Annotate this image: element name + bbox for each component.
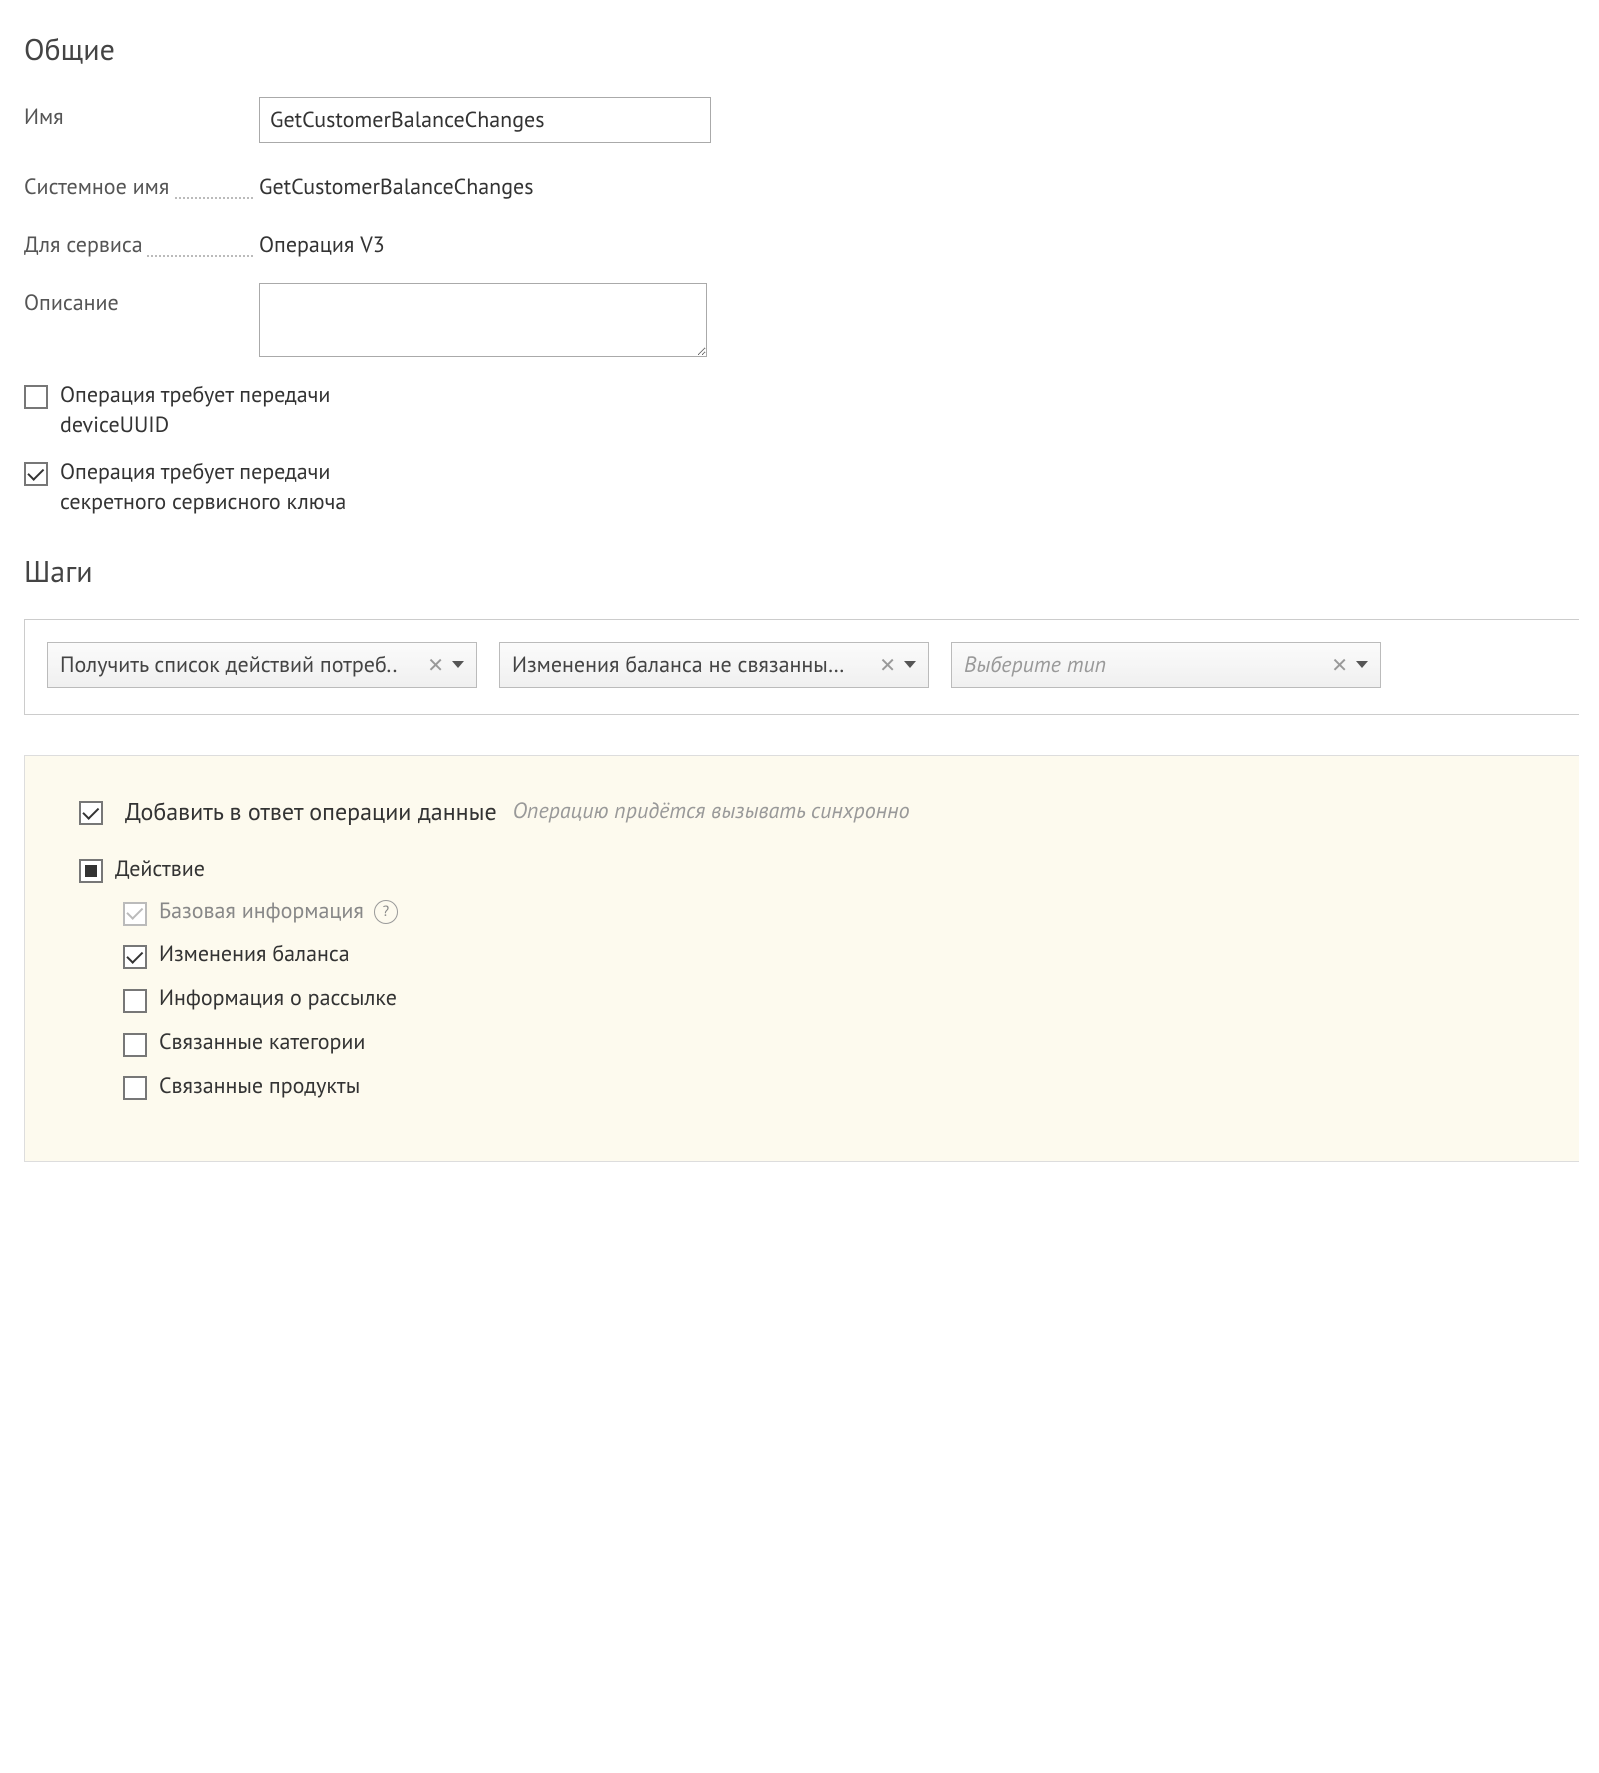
checkbox-tree-item [123, 902, 147, 926]
chevron-down-icon[interactable] [452, 661, 464, 668]
steps-container: Получить список действий потреб.. ✕ Изме… [24, 619, 1579, 715]
label-for-service: Для сервиса [24, 225, 259, 259]
checkbox-add-to-response[interactable] [79, 801, 103, 825]
label-require-device-uuid: Операция требует передачи deviceUUID [60, 381, 420, 440]
checkbox-tree-item[interactable] [123, 1076, 147, 1100]
tree-item: Связанные продукты [123, 1072, 1529, 1102]
tree-item: Связанные категории [123, 1028, 1529, 1058]
label-description: Описание [24, 283, 259, 317]
section-steps-title: Шаги [24, 552, 1579, 591]
tree-root-label: Действие [115, 855, 205, 883]
tree-item-label: Изменения баланса [159, 940, 350, 970]
system-name-value: GetCustomerBalanceChanges [259, 167, 533, 201]
tree-item-label: Информация о рассылке [159, 984, 397, 1014]
name-input[interactable] [259, 97, 711, 143]
checkbox-tree-item[interactable] [123, 1033, 147, 1057]
step-select-2-label: Изменения баланса не связанные .. [512, 651, 852, 679]
close-icon[interactable]: ✕ [427, 652, 444, 678]
help-icon[interactable]: ? [374, 900, 398, 924]
checkbox-tree-item[interactable] [123, 989, 147, 1013]
label-require-secret-key: Операция требует передачи секретного сер… [60, 458, 420, 517]
step-select-1-label: Получить список действий потреб.. [60, 651, 397, 679]
tree-item: Базовая информация? [123, 897, 1529, 927]
close-icon[interactable]: ✕ [1331, 652, 1348, 678]
step-select-placeholder[interactable]: Выберите тип ✕ [951, 642, 1381, 688]
checkbox-tree-item[interactable] [123, 945, 147, 969]
label-add-to-response: Добавить в ответ операции данные [125, 796, 497, 827]
tree-item: Изменения баланса [123, 940, 1529, 970]
checkbox-require-device-uuid[interactable] [24, 385, 48, 409]
response-hint: Операцию придётся вызывать синхронно [513, 797, 910, 825]
tree-item-label: Связанные продукты [159, 1072, 360, 1102]
label-name: Имя [24, 97, 259, 131]
close-icon[interactable]: ✕ [879, 652, 896, 678]
step-select-2[interactable]: Изменения баланса не связанные .. ✕ [499, 642, 929, 688]
tree-item-label: Связанные категории [159, 1028, 365, 1058]
chevron-down-icon[interactable] [1356, 661, 1368, 668]
checkbox-require-secret-key[interactable] [24, 462, 48, 486]
tree-item: Информация о рассылке [123, 984, 1529, 1014]
section-general-title: Общие [24, 30, 1579, 69]
description-textarea[interactable] [259, 283, 707, 357]
step-select-1[interactable]: Получить список действий потреб.. ✕ [47, 642, 477, 688]
label-system-name: Системное имя [24, 167, 259, 201]
checkbox-tree-root[interactable] [79, 859, 103, 883]
response-panel: Добавить в ответ операции данные Операци… [24, 755, 1579, 1162]
chevron-down-icon[interactable] [904, 661, 916, 668]
step-select-placeholder-label: Выберите тип [964, 651, 1106, 679]
tree-item-label: Базовая информация [159, 897, 364, 927]
for-service-value: Операция V3 [259, 225, 385, 259]
